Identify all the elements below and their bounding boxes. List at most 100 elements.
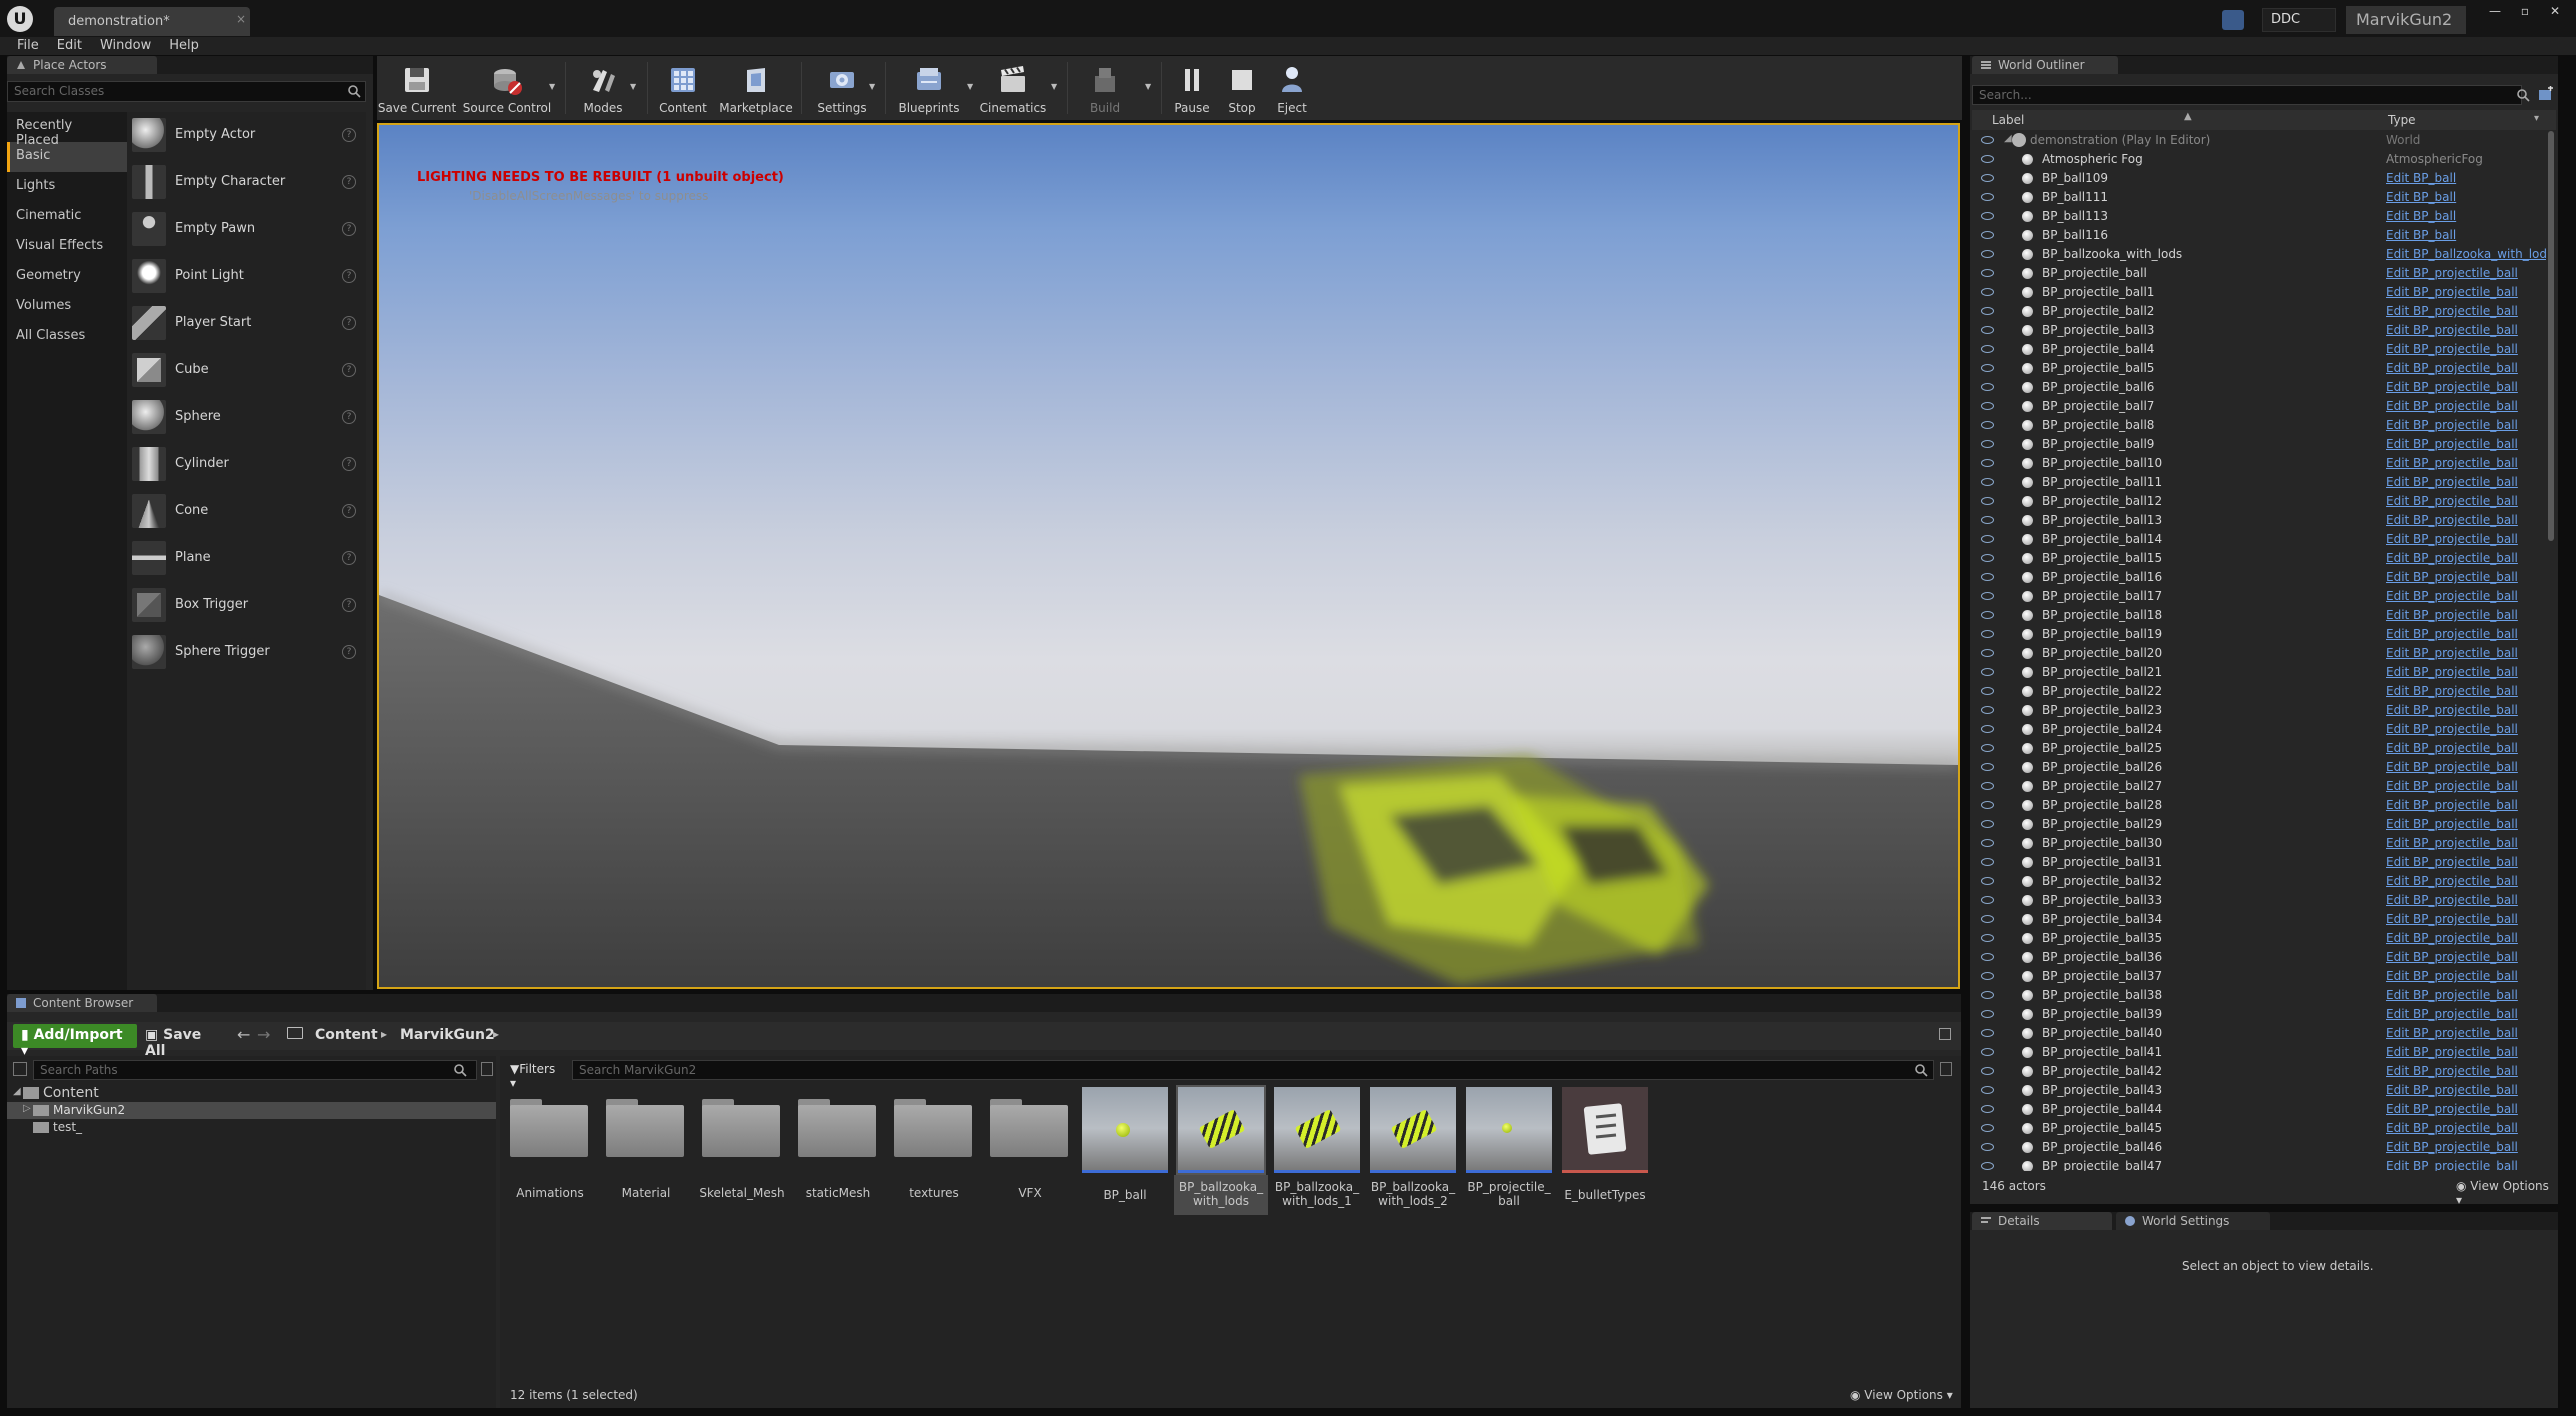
outliner-row[interactable]: BP_projectile_ball32 Edit BP_projectile_b… [1972, 872, 2550, 891]
visibility-eye-icon[interactable] [1981, 972, 1994, 980]
search-paths-input[interactable]: Search Paths [33, 1060, 477, 1080]
actor-item[interactable]: Box Trigger? [127, 582, 366, 629]
visibility-eye-icon[interactable] [1981, 782, 1994, 790]
outliner-row[interactable]: BP_projectile_ball21 Edit BP_projectile_b… [1972, 663, 2550, 682]
visibility-eye-icon[interactable] [1981, 364, 1994, 372]
outliner-row[interactable]: BP_projectile_ball Edit BP_projectile_bal… [1972, 264, 2550, 283]
content-button[interactable]: Content [655, 56, 711, 120]
asset-view-options[interactable]: ◉ View Options ▾ [1850, 1388, 1953, 1402]
outliner-row[interactable]: BP_projectile_ball47 Edit BP_projectile_b… [1972, 1157, 2550, 1171]
help-icon[interactable]: ? [342, 504, 356, 518]
outliner-row[interactable]: BP_projectile_ball40 Edit BP_projectile_b… [1972, 1024, 2550, 1043]
outliner-row[interactable]: BP_projectile_ball27 Edit BP_projectile_b… [1972, 777, 2550, 796]
visibility-eye-icon[interactable] [1981, 1029, 1994, 1037]
outliner-scrollbar[interactable] [2548, 131, 2554, 541]
outliner-row-type-link[interactable]: Edit BP_projectile_ball [2386, 1140, 2546, 1154]
outliner-row[interactable]: BP_ball109 Edit BP_ball [1972, 169, 2550, 188]
category-recently-placed[interactable]: Recently Placed [7, 112, 127, 148]
add-import-button[interactable]: ▮ Add/Import ▾ [13, 1024, 137, 1059]
folder-skeletal-mesh[interactable] [698, 1097, 780, 1157]
outliner-row[interactable]: BP_projectile_ball10 Edit BP_projectile_b… [1972, 454, 2550, 473]
outliner-row[interactable]: BP_projectile_ball25 Edit BP_projectile_b… [1972, 739, 2550, 758]
outliner-row[interactable]: BP_ballzooka_with_lods Edit BP_ballzooka_… [1972, 245, 2550, 264]
help-icon[interactable]: ? [342, 316, 356, 330]
outliner-row-type-link[interactable]: Edit BP_projectile_ball [2386, 836, 2546, 850]
outliner-row[interactable]: BP_projectile_ball41 Edit BP_projectile_b… [1972, 1043, 2550, 1062]
outliner-row[interactable]: BP_projectile_ball16 Edit BP_projectile_b… [1972, 568, 2550, 587]
outliner-row-type-link[interactable]: Edit BP_projectile_ball [2386, 266, 2546, 280]
close-tab-icon[interactable]: × [236, 12, 246, 26]
actor-item[interactable]: Empty Character? [127, 159, 366, 206]
save-current-button[interactable]: Save Current [377, 56, 457, 120]
menu-file[interactable]: File [0, 37, 48, 55]
category-geometry[interactable]: Geometry [7, 262, 127, 292]
expand-arrow-icon[interactable]: ▷ [23, 1103, 31, 1114]
blueprints-dropdown-icon[interactable]: ▼ [967, 82, 973, 91]
outliner-row[interactable]: BP_projectile_ball24 Edit BP_projectile_b… [1972, 720, 2550, 739]
outliner-row-type-link[interactable]: Edit BP_projectile_ball [2386, 741, 2546, 755]
visibility-eye-icon[interactable] [1981, 193, 1994, 201]
source-control-button[interactable]: Source Control [461, 56, 553, 120]
outliner-search-input[interactable]: Search... [1972, 85, 2522, 105]
column-options-icon[interactable]: ▾ [2534, 113, 2539, 124]
folder-vfx[interactable] [986, 1097, 1068, 1157]
visibility-eye-icon[interactable] [1981, 763, 1994, 771]
visibility-eye-icon[interactable] [1981, 1067, 1994, 1075]
visibility-eye-icon[interactable] [1981, 440, 1994, 448]
visibility-eye-icon[interactable] [1981, 1010, 1994, 1018]
outliner-row-type-link[interactable]: Edit BP_projectile_ball [2386, 399, 2546, 413]
outliner-row[interactable]: BP_projectile_ball39 Edit BP_projectile_b… [1972, 1005, 2550, 1024]
outliner-row[interactable]: BP_ball113 Edit BP_ball [1972, 207, 2550, 226]
visibility-eye-icon[interactable] [1981, 934, 1994, 942]
outliner-row-type-link[interactable]: Edit BP_projectile_ball [2386, 646, 2546, 660]
outliner-row-type-link[interactable]: Edit BP_projectile_ball [2386, 342, 2546, 356]
visibility-eye-icon[interactable] [1981, 554, 1994, 562]
tab-place-actors[interactable]: Place Actors [7, 56, 157, 74]
outliner-row[interactable]: BP_projectile_ball17 Edit BP_projectile_b… [1972, 587, 2550, 606]
outliner-row[interactable]: BP_projectile_ball7 Edit BP_projectile_ba… [1972, 397, 2550, 416]
outliner-row-type-link[interactable]: Edit BP_ball [2386, 171, 2546, 185]
path-view-options-icon[interactable] [481, 1062, 493, 1076]
visibility-eye-icon[interactable] [1981, 877, 1994, 885]
outliner-row[interactable]: BP_projectile_ball15 Edit BP_projectile_b… [1972, 549, 2550, 568]
help-icon[interactable]: ? [342, 551, 356, 565]
visibility-eye-icon[interactable] [1981, 1105, 1994, 1113]
outliner-row-type-link[interactable]: Edit BP_projectile_ball [2386, 532, 2546, 546]
actor-item[interactable]: Cylinder? [127, 441, 366, 488]
outliner-row-type-link[interactable]: Edit BP_projectile_ball [2386, 684, 2546, 698]
category-cinematic[interactable]: Cinematic [7, 202, 127, 232]
outliner-row-type-link[interactable]: Edit BP_projectile_ball [2386, 703, 2546, 717]
outliner-row-type-link[interactable]: Edit BP_projectile_ball [2386, 475, 2546, 489]
outliner-row-type-link[interactable]: Edit BP_projectile_ball [2386, 513, 2546, 527]
outliner-row-type-link[interactable]: Edit BP_ball [2386, 190, 2546, 204]
visibility-eye-icon[interactable] [1981, 858, 1994, 866]
outliner-row-type-link[interactable]: Edit BP_projectile_ball [2386, 380, 2546, 394]
visibility-eye-icon[interactable] [1981, 725, 1994, 733]
menu-edit[interactable]: Edit [48, 37, 91, 55]
outliner-row[interactable]: BP_projectile_ball38 Edit BP_projectile_b… [1972, 986, 2550, 1005]
breadcrumb-content[interactable]: Content [315, 1027, 378, 1043]
outliner-row-type-link[interactable]: Edit BP_projectile_ball [2386, 323, 2546, 337]
outliner-row-type-link[interactable]: Edit BP_projectile_ball [2386, 817, 2546, 831]
asset-bp-ballzooka-with-lods-2[interactable] [1370, 1087, 1456, 1173]
outliner-row-type-link[interactable]: Edit BP_projectile_ball [2386, 1121, 2546, 1135]
outliner-row-type-link[interactable]: Edit BP_projectile_ball [2386, 988, 2546, 1002]
outliner-row[interactable]: BP_projectile_ball8 Edit BP_projectile_ba… [1972, 416, 2550, 435]
menu-window[interactable]: Window [91, 37, 160, 55]
visibility-eye-icon[interactable] [1981, 630, 1994, 638]
outliner-row[interactable]: BP_projectile_ball14 Edit BP_projectile_b… [1972, 530, 2550, 549]
outliner-row[interactable]: BP_projectile_ball45 Edit BP_projectile_b… [1972, 1119, 2550, 1138]
outliner-row[interactable]: BP_projectile_ball34 Edit BP_projectile_b… [1972, 910, 2550, 929]
help-icon[interactable]: ? [342, 128, 356, 142]
outliner-root-row[interactable]: ◢ demonstration (Play In Editor) World [1972, 131, 2550, 150]
actor-item[interactable]: Empty Pawn? [127, 206, 366, 253]
tree-item-test[interactable]: test_ [7, 1119, 496, 1136]
tab-world-outliner[interactable]: World Outliner [1972, 56, 2118, 74]
outliner-row[interactable]: BP_projectile_ball6 Edit BP_projectile_ba… [1972, 378, 2550, 397]
save-all-button[interactable]: ▣ Save All [141, 1024, 223, 1059]
help-icon[interactable]: ? [342, 269, 356, 283]
outliner-row[interactable]: BP_projectile_ball44 Edit BP_projectile_b… [1972, 1100, 2550, 1119]
outliner-row-type-link[interactable]: Edit BP_projectile_ball [2386, 722, 2546, 736]
visibility-eye-icon[interactable] [1981, 1086, 1994, 1094]
build-button[interactable]: Build [1075, 56, 1135, 120]
